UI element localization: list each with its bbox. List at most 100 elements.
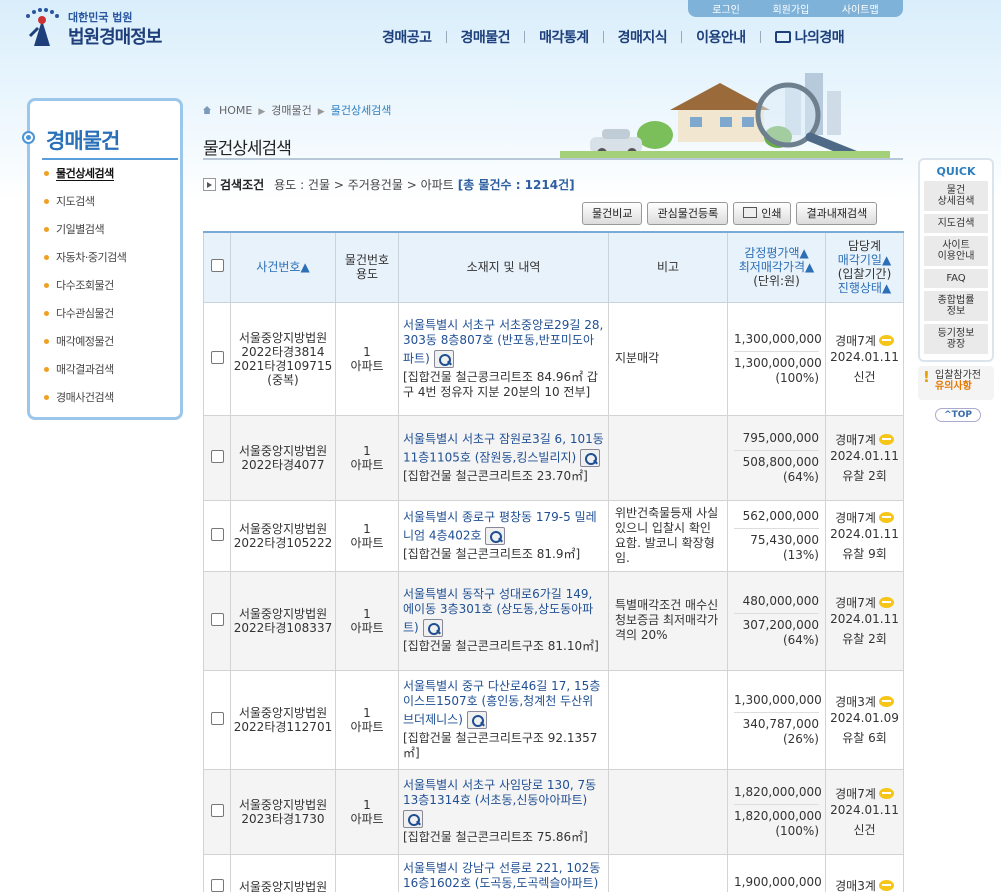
- gnb-auction-notice[interactable]: 경매공고: [368, 27, 446, 47]
- speech-bubble-icon[interactable]: [878, 879, 894, 891]
- magnifier-icon[interactable]: [466, 710, 487, 729]
- results-table: 사건번호▲ 물건번호 용도 소재지 및 내역 비고 감정평가액▲ 최저매각가격▲ (단…: [203, 231, 904, 892]
- row-checkbox[interactable]: [210, 612, 224, 626]
- sidebar-item-most-favorited[interactable]: 다수관심물건: [42, 303, 126, 331]
- quick-item-label: 지도검색: [937, 218, 975, 229]
- case-number[interactable]: 2022타경3814: [241, 345, 324, 359]
- quick-faq[interactable]: FAQ: [924, 269, 988, 288]
- sidebar-item-label: 다수조회물건: [56, 279, 114, 292]
- home-icon: [203, 106, 211, 114]
- progress-status: 신건: [853, 822, 876, 837]
- gnb-sale-stats[interactable]: 매각통계: [525, 27, 603, 47]
- compare-button[interactable]: 물건비교: [582, 202, 643, 225]
- breadcrumb-home[interactable]: HOME: [219, 104, 252, 117]
- item-number: 1: [363, 797, 371, 812]
- row-checkbox[interactable]: [210, 350, 224, 364]
- scroll-top-button[interactable]: ^TOP: [935, 408, 981, 422]
- row-checkbox[interactable]: [210, 711, 224, 725]
- case-number[interactable]: 2022타경108337: [234, 621, 332, 635]
- sidebar-item-detail-search[interactable]: 물건상세검색: [42, 163, 126, 191]
- magnifier-icon[interactable]: [580, 448, 601, 467]
- speech-bubble-icon[interactable]: [878, 695, 894, 707]
- row-checkbox[interactable]: [210, 527, 224, 541]
- case-number[interactable]: 2023타경1730: [241, 812, 324, 826]
- sort-status[interactable]: 진행상태▲: [838, 281, 891, 295]
- case-number[interactable]: 2022타경112701: [234, 720, 332, 734]
- magnifier-icon[interactable]: [422, 619, 443, 637]
- gnb-my-auction[interactable]: 나의경매: [761, 27, 859, 47]
- property-address-link[interactable]: 서울특별시 서초구 사임당로 130, 7동 13층1314호 (서초동,신동아…: [403, 778, 596, 807]
- speech-bubble-icon[interactable]: [878, 596, 894, 608]
- magnifier-icon[interactable]: [485, 526, 506, 545]
- row-checkbox[interactable]: [210, 803, 224, 817]
- speech-bubble-icon[interactable]: [878, 334, 894, 346]
- sidebar-item-case-search[interactable]: 경매사건검색: [42, 387, 126, 415]
- case-number[interactable]: 2022타경105222: [234, 536, 332, 550]
- property-address-link[interactable]: 서울특별시 서초구 잠원로3길 6, 101동 11층1105호 (잠원동,킹스…: [403, 432, 604, 465]
- department-cell: 경매3계: [825, 853, 904, 892]
- location-cell: 서울특별시 서초구 사임당로 130, 7동 13층1314호 (서초동,신동아…: [398, 768, 609, 855]
- gnb-usage-guide[interactable]: 이용안내: [682, 27, 760, 47]
- price-cell: 562,000,000 75,430,000 (13%): [727, 499, 826, 572]
- location-cell: 서울특별시 서초구 잠원로3길 6, 101동 11층1105호 (잠원동,킹스…: [398, 414, 609, 501]
- select-all-checkbox[interactable]: [210, 259, 224, 273]
- sidebar-item-sale-results[interactable]: 매각결과검색: [42, 359, 126, 387]
- header-case-number[interactable]: 사건번호▲: [230, 231, 336, 303]
- header-location-label: 소재지 및 내역: [466, 260, 541, 275]
- header-use-label: 용도: [355, 267, 379, 282]
- minimum-percent: (100%): [775, 823, 819, 838]
- item-cell: 1 아파트: [335, 570, 399, 671]
- item-number: 1: [363, 443, 371, 458]
- gnb-auction-items[interactable]: 경매물건: [447, 27, 525, 47]
- quick-legal-info[interactable]: 종합법률 정보: [924, 291, 988, 321]
- quick-map-search[interactable]: 지도검색: [924, 214, 988, 233]
- sort-minimum-price[interactable]: 최저매각가격▲: [739, 260, 814, 274]
- sort-case-number[interactable]: 사건번호▲: [256, 260, 309, 274]
- magnifier-icon[interactable]: [403, 810, 423, 828]
- row-checkbox[interactable]: [210, 449, 224, 463]
- quick-detail-search[interactable]: 물건 상세검색: [924, 181, 988, 211]
- magnifier-icon[interactable]: [433, 349, 454, 368]
- court-auction-logo[interactable]: 대한민국 법원 법원경매정보: [18, 6, 188, 48]
- speech-bubble-icon[interactable]: [878, 787, 894, 799]
- bidding-notice-link[interactable]: ! 입찰참가전 유의사항: [918, 366, 994, 400]
- case-cell: 서울중앙지방법원 2022타경108337: [230, 570, 336, 671]
- price-cell: 1,300,000,000 1,300,000,000 (100%): [727, 301, 826, 416]
- quick-site-guide[interactable]: 사이트 이용안내: [924, 236, 988, 266]
- minimum-price: 1,820,000,000: [734, 808, 822, 823]
- print-label: 인쇄: [761, 207, 782, 220]
- speech-bubble-icon[interactable]: [878, 433, 894, 445]
- sidebar-item-map-search[interactable]: 지도검색: [42, 191, 126, 219]
- print-button[interactable]: 인쇄: [733, 202, 792, 225]
- favorite-button[interactable]: 관심물건등록: [647, 202, 729, 225]
- case-number[interactable]: 2022타경4077: [241, 458, 324, 472]
- table-row: 서울중앙지방법원 2022타경4077 1 아파트 서울특별시 서초구 잠원로3길 6,…: [203, 414, 904, 501]
- caret-up-icon: ^: [944, 410, 952, 420]
- property-address-link[interactable]: 서울특별시 강남구 선릉로 221, 102동 16층1602호 (도곡동,도곡…: [403, 861, 600, 890]
- result-search-button[interactable]: 결과내재검색: [796, 202, 878, 225]
- sort-appraisal[interactable]: 감정평가액▲: [744, 246, 808, 260]
- property-address-link[interactable]: 서울특별시 중구 다산로46길 17, 15층이스트1507호 (흥인동,청계천…: [403, 679, 600, 727]
- property-detail: [집합건물 철근콘크리트조 23.70㎡]: [403, 468, 588, 483]
- sidebar-item-most-viewed[interactable]: 다수조회물건: [42, 275, 126, 303]
- gnb-auction-knowledge[interactable]: 경매지식: [604, 27, 682, 47]
- sidebar-item-vehicle-search[interactable]: 자동차·중기검색: [42, 247, 127, 275]
- price-cell: 480,000,000 307,200,000 (64%): [727, 570, 826, 671]
- note-cell: 특별매각조건 매수신청보증금 최저매각가격의 20%: [608, 570, 728, 671]
- sitemap-link[interactable]: 사이트맵: [842, 1, 879, 16]
- note-text: 위반건축물등재 사실있으니 입찰시 확인요함. 발코니 확장형임.: [615, 505, 719, 565]
- speech-bubble-icon[interactable]: [878, 511, 894, 523]
- department-cell: 경매7계 2024.01.11 유찰 9회: [825, 499, 904, 572]
- sidebar-item-label: 물건상세검색: [56, 167, 114, 181]
- note-cell: [608, 414, 728, 501]
- property-detail: [집합건물 철근콘크리트구조 81.10㎡]: [403, 639, 599, 653]
- login-link[interactable]: 로그인: [712, 1, 740, 16]
- breadcrumb-auction-items[interactable]: 경매물건: [271, 104, 311, 117]
- signup-link[interactable]: 회원가입: [772, 1, 809, 16]
- quick-registry-info[interactable]: 등기정보 광장: [924, 324, 988, 354]
- sidebar-item-label: 지도검색: [56, 195, 95, 208]
- sort-sale-date[interactable]: 매각기일▲: [838, 253, 891, 267]
- sidebar-item-date-search[interactable]: 기일별검색: [42, 219, 126, 247]
- row-checkbox[interactable]: [210, 878, 224, 892]
- sidebar-item-upcoming-sale[interactable]: 매각예정물건: [42, 331, 126, 359]
